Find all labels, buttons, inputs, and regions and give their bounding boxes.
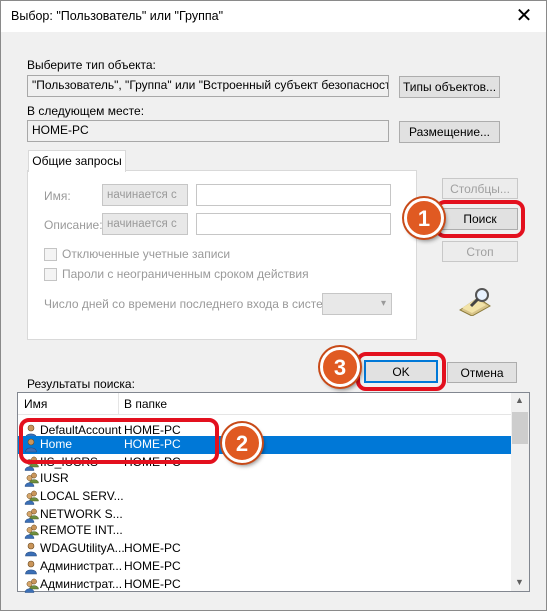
table-row[interactable]: IUSR	[18, 470, 511, 488]
user-icon	[24, 541, 40, 557]
tab-common-queries[interactable]: Общие запросы	[28, 150, 126, 172]
disabled-accounts-label: Отключенные учетные записи	[62, 247, 231, 261]
window-title: Выбор: "Пользователь" или "Группа"	[11, 9, 224, 23]
group-icon	[24, 507, 40, 523]
table-row[interactable]: REMOTE INT...	[18, 522, 511, 540]
row-name: WDAGUtilityA...	[40, 541, 125, 555]
days-since-logon-select[interactable]: ▾	[322, 293, 392, 315]
no-expire-passwords-label: Пароли с неограниченным сроком действия	[62, 267, 309, 281]
object-type-field: "Пользователь", "Группа" или "Встроенный…	[27, 75, 389, 97]
name-label: Имя:	[44, 189, 71, 203]
group-icon	[24, 489, 40, 505]
search-magnifier-icon	[459, 288, 491, 316]
close-icon[interactable]: ✕	[506, 4, 542, 30]
step-badge-2: 2	[222, 423, 262, 463]
results-header: Имя В папке	[18, 393, 511, 415]
description-label: Описание:	[44, 218, 103, 232]
step-badge-3: 3	[320, 347, 360, 387]
days-since-logon-label: Число дней со времени последнего входа в…	[44, 297, 341, 311]
row-name: IUSR	[40, 471, 69, 485]
disabled-accounts-checkbox[interactable]	[44, 248, 57, 261]
group-icon	[24, 577, 40, 593]
scroll-down-icon[interactable]: ▼	[515, 577, 524, 587]
row-name: REMOTE INT...	[40, 523, 123, 537]
results-label: Результаты поиска:	[27, 377, 135, 391]
name-input[interactable]	[196, 184, 391, 206]
row-folder: HOME-PC	[124, 559, 181, 573]
chevron-down-icon: ▾	[380, 298, 386, 309]
ok-button-highlight	[356, 352, 446, 391]
table-row[interactable]: Администрат... HOME-PC	[18, 576, 511, 594]
table-row[interactable]: LOCAL SERV...	[18, 488, 511, 506]
description-operator-select[interactable]: начинается с	[102, 213, 188, 235]
stop-button[interactable]: Стоп	[442, 241, 518, 262]
user-icon	[24, 559, 40, 575]
columns-button[interactable]: Столбцы...	[442, 178, 518, 199]
table-row[interactable]: Администрат... HOME-PC	[18, 558, 511, 576]
step-badge-1: 1	[404, 198, 444, 238]
group-icon	[24, 471, 40, 487]
location-field: HOME-PC	[27, 120, 389, 142]
row-name: LOCAL SERV...	[40, 489, 124, 503]
column-header-folder[interactable]: В папке	[124, 397, 167, 411]
row-name: NETWORK S...	[40, 507, 123, 521]
name-operator-select[interactable]: начинается с	[102, 184, 188, 206]
cancel-button[interactable]: Отмена	[447, 362, 517, 383]
location-label: В следующем месте:	[27, 104, 145, 118]
row-name: Администрат...	[40, 577, 123, 591]
column-divider	[118, 393, 119, 415]
group-icon	[24, 523, 40, 539]
location-button[interactable]: Размещение...	[399, 121, 500, 143]
table-row[interactable]: WDAGUtilityA... HOME-PC	[18, 540, 511, 558]
description-input[interactable]	[196, 213, 391, 235]
object-type-label: Выберите тип объекта:	[27, 58, 156, 72]
no-expire-passwords-checkbox[interactable]	[44, 268, 57, 281]
search-button-highlight	[435, 200, 525, 238]
row-folder: HOME-PC	[124, 541, 181, 555]
scroll-up-icon[interactable]: ▲	[515, 395, 524, 405]
column-header-name[interactable]: Имя	[24, 397, 47, 411]
title-bar: Выбор: "Пользователь" или "Группа" ✕	[1, 1, 546, 32]
row-name: Администрат...	[40, 559, 123, 573]
scrollbar-thumb[interactable]	[512, 412, 528, 444]
row-folder: HOME-PC	[124, 577, 181, 591]
selected-row-highlight	[19, 418, 219, 464]
object-types-button[interactable]: Типы объектов...	[399, 76, 500, 98]
